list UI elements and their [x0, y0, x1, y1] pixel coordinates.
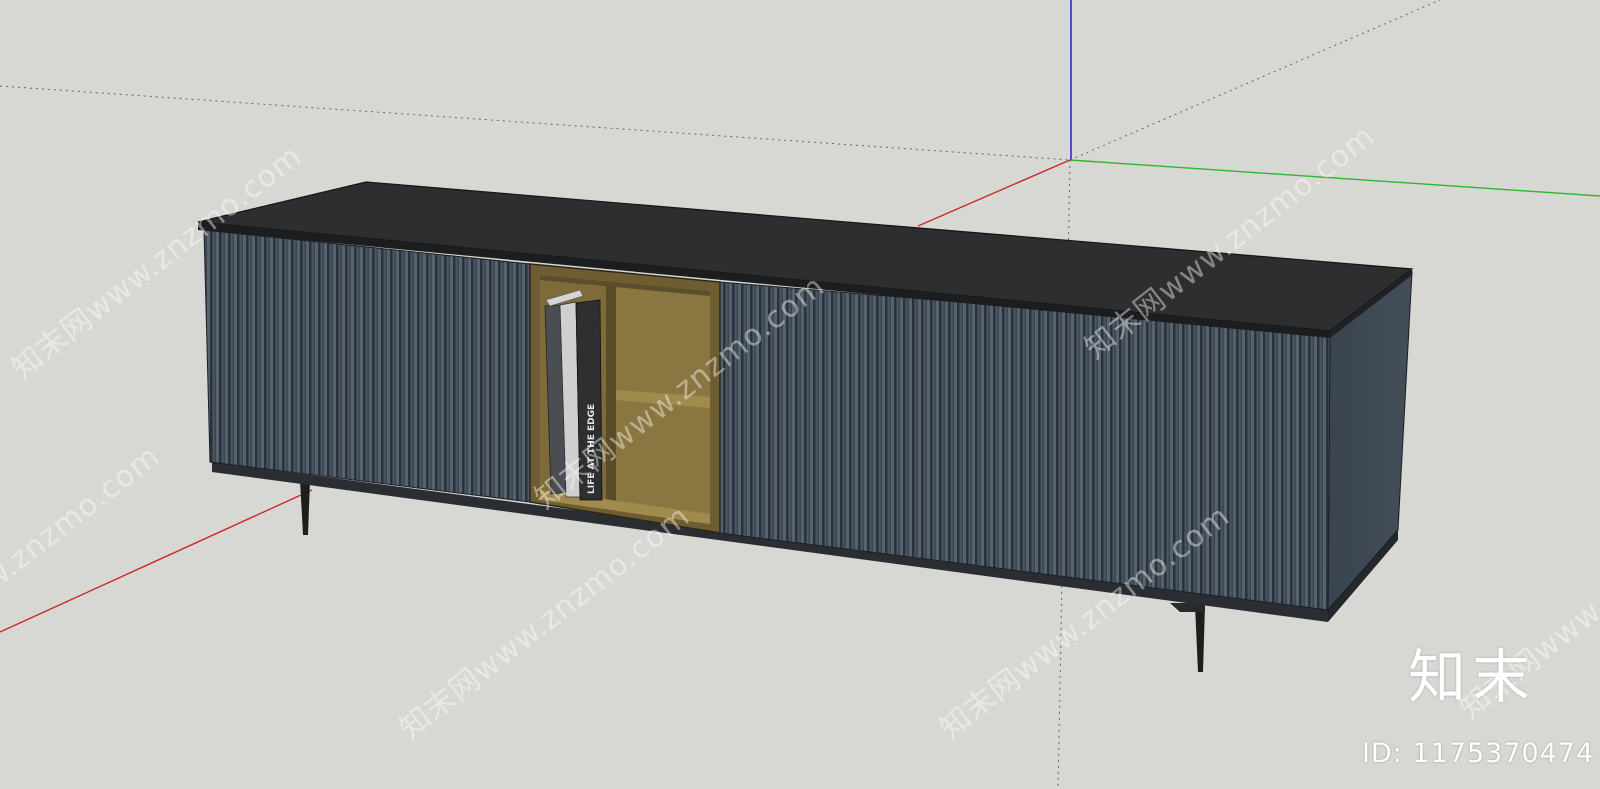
x-axis-red-back [917, 159, 1071, 227]
brand-logo: 知末 [1408, 643, 1537, 711]
left-ribbed-door[interactable] [203, 229, 531, 503]
right-ribbed-door[interactable] [719, 281, 1331, 611]
leg-front-right[interactable] [1195, 605, 1205, 672]
hidden-axis-dotted-2 [1069, 0, 1441, 161]
watermark-4: 知末网www.znzmo.com [0, 439, 167, 687]
shelf-divider [606, 281, 616, 511]
watermark-5: 知末网www.znzmo.com [393, 499, 696, 747]
leg-front-left[interactable] [300, 480, 310, 535]
x-axis-red [0, 489, 313, 633]
sketchup-viewport[interactable]: LIFE AT THE EDGE 知末网www.znzmo.com 知末网www… [0, 0, 1600, 789]
hidden-axis-dotted-1 [0, 85, 1071, 161]
model-scene[interactable]: LIFE AT THE EDGE 知末网www.znzmo.com 知末网www… [0, 0, 1600, 789]
image-id-label: ID: 1175370474 [1362, 738, 1595, 769]
